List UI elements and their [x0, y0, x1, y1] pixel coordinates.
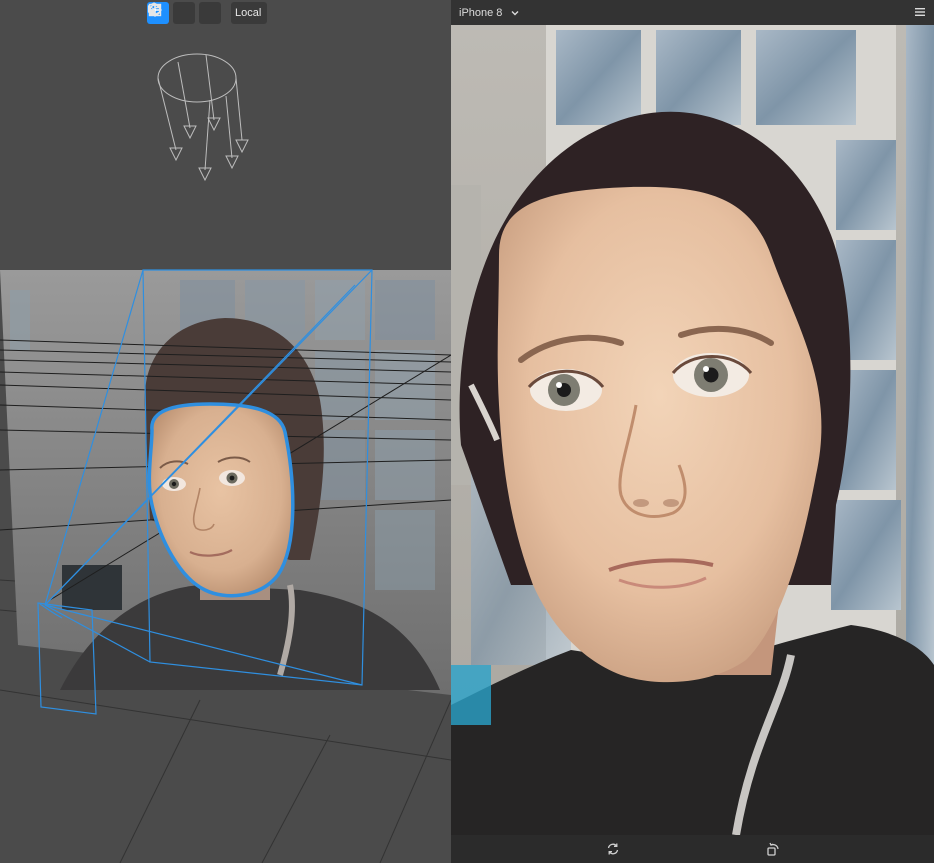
device-selector[interactable]: iPhone 8: [459, 7, 520, 19]
preview-header: iPhone 8: [451, 0, 934, 25]
camera-preview[interactable]: [451, 25, 934, 835]
rotate-tool-button[interactable]: [149, 2, 195, 24]
switch-camera-button[interactable]: [605, 841, 621, 857]
scene-canvas: [0, 53, 451, 863]
preview-panel: iPhone 8: [451, 0, 934, 863]
camera-gizmo: [157, 53, 249, 182]
rotate-device-icon: [767, 842, 779, 856]
scale-tool-button[interactable]: [148, 2, 221, 24]
local-space-toggle[interactable]: Local: [147, 2, 268, 24]
camera-preview-image: [451, 25, 934, 835]
device-label: iPhone 8: [459, 6, 503, 19]
scene-viewport[interactable]: Local: [0, 0, 451, 863]
space-label: Local: [235, 7, 262, 19]
chevron-down-icon: [511, 10, 519, 15]
preview-footer: [451, 835, 934, 863]
switch-camera-icon: [607, 843, 619, 855]
rotate-device-button[interactable]: [765, 841, 781, 857]
face-overlay: [497, 186, 822, 683]
transform-toolbar: Local: [147, 2, 268, 24]
cube-icon: [147, 2, 161, 16]
hamburger-menu-icon[interactable]: [914, 6, 926, 18]
